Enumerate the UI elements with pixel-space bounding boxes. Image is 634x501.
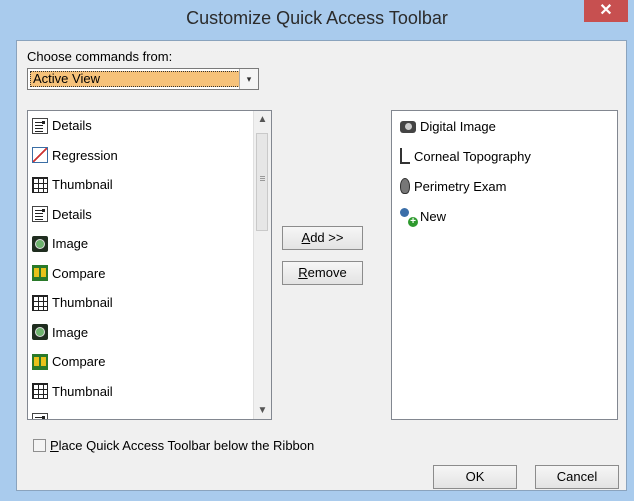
add-button-label: dd >> bbox=[310, 230, 344, 245]
list-item-label: Corneal Topography bbox=[414, 148, 531, 164]
list-item[interactable]: Perimetry Exam bbox=[392, 171, 617, 201]
list-item-label: Image bbox=[52, 236, 89, 252]
toolbar-commands-list[interactable]: Digital Image Corneal Topography Perimet… bbox=[391, 110, 618, 420]
list-item-label: Image bbox=[52, 324, 89, 340]
scroll-down-arrow-icon[interactable]: ▼ bbox=[254, 402, 271, 419]
list-item[interactable]: Thumbnail bbox=[28, 377, 253, 407]
remove-button-accelerator: R bbox=[298, 265, 308, 280]
list-item[interactable]: Compare bbox=[28, 347, 253, 377]
remove-button-label: emove bbox=[307, 265, 347, 280]
list-item[interactable] bbox=[28, 406, 253, 419]
list-item[interactable]: Thumbnail bbox=[28, 170, 253, 200]
list-item-label: Compare bbox=[52, 265, 106, 281]
camera-icon bbox=[400, 121, 416, 133]
dialog-body: Choose commands from: Active View ▾ Deta… bbox=[16, 40, 627, 491]
choose-commands-dropdown[interactable]: Active View ▾ bbox=[27, 68, 259, 90]
list-item[interactable]: Regression bbox=[28, 141, 253, 171]
dropdown-selected-value[interactable]: Active View bbox=[30, 71, 240, 87]
list-item[interactable]: Corneal Topography bbox=[392, 141, 617, 171]
list-item-label: New bbox=[420, 208, 447, 224]
thumbnail-icon bbox=[32, 176, 48, 193]
available-commands-list[interactable]: Details Regression Thumbnail Details Ima… bbox=[27, 110, 272, 420]
list-item[interactable]: Image bbox=[28, 229, 253, 259]
thumbnail-icon bbox=[32, 383, 48, 400]
list-item[interactable]: Image bbox=[28, 318, 253, 348]
list-item-label: Thumbnail bbox=[52, 295, 113, 311]
ok-button[interactable]: OK bbox=[433, 465, 517, 489]
title-bar: Customize Quick Access Toolbar ✕ bbox=[0, 0, 634, 40]
available-commands-items: Details Regression Thumbnail Details Ima… bbox=[28, 111, 253, 419]
new-user-icon bbox=[400, 208, 418, 227]
compare-icon bbox=[32, 353, 48, 370]
scroll-thumb[interactable] bbox=[256, 133, 268, 231]
cancel-button[interactable]: Cancel bbox=[535, 465, 619, 489]
details-icon bbox=[32, 412, 48, 419]
list-item-label: Details bbox=[52, 206, 92, 222]
dialog-title: Customize Quick Access Toolbar bbox=[186, 8, 448, 28]
thumbnail-icon bbox=[32, 294, 48, 311]
place-below-ribbon-option[interactable]: Place Quick Access Toolbar below the Rib… bbox=[33, 438, 314, 453]
vertical-scrollbar[interactable]: ▲ ▼ bbox=[253, 111, 271, 419]
dialog-window: Customize Quick Access Toolbar ✕ Choose … bbox=[0, 0, 634, 501]
regression-icon bbox=[32, 147, 48, 164]
list-item-label: Compare bbox=[52, 354, 106, 370]
checkbox-label: lace Quick Access Toolbar below the Ribb… bbox=[58, 438, 315, 453]
list-item[interactable]: Compare bbox=[28, 259, 253, 289]
list-item-label: Thumbnail bbox=[52, 177, 113, 193]
chevron-down-icon[interactable]: ▾ bbox=[239, 69, 258, 89]
list-item[interactable]: Details bbox=[28, 200, 253, 230]
list-item[interactable]: Details bbox=[28, 111, 253, 141]
perimetry-icon bbox=[400, 178, 410, 194]
place-below-ribbon-checkbox[interactable] bbox=[33, 439, 46, 452]
list-item-label: Thumbnail bbox=[52, 383, 113, 399]
list-item-label: Regression bbox=[52, 147, 118, 163]
grip-icon bbox=[260, 176, 265, 177]
compare-icon bbox=[32, 265, 48, 282]
scroll-up-arrow-icon[interactable]: ▲ bbox=[254, 111, 271, 128]
details-icon bbox=[32, 206, 48, 223]
list-item[interactable]: Thumbnail bbox=[28, 288, 253, 318]
details-icon bbox=[32, 117, 48, 134]
list-item[interactable]: New bbox=[392, 201, 617, 231]
add-button[interactable]: Add >> bbox=[282, 226, 363, 250]
list-item-label: Digital Image bbox=[420, 118, 496, 134]
list-item-label: Details bbox=[52, 118, 92, 134]
close-button[interactable]: ✕ bbox=[584, 0, 628, 22]
remove-button[interactable]: Remove bbox=[282, 261, 363, 285]
add-button-accelerator: A bbox=[301, 230, 311, 245]
choose-commands-label: Choose commands from: bbox=[27, 49, 173, 64]
checkbox-accelerator: P bbox=[50, 438, 59, 453]
topography-icon bbox=[400, 148, 410, 164]
list-item-label: Perimetry Exam bbox=[414, 178, 507, 194]
image-icon bbox=[32, 235, 48, 252]
image-icon bbox=[32, 324, 48, 341]
list-item[interactable]: Digital Image bbox=[392, 111, 617, 141]
